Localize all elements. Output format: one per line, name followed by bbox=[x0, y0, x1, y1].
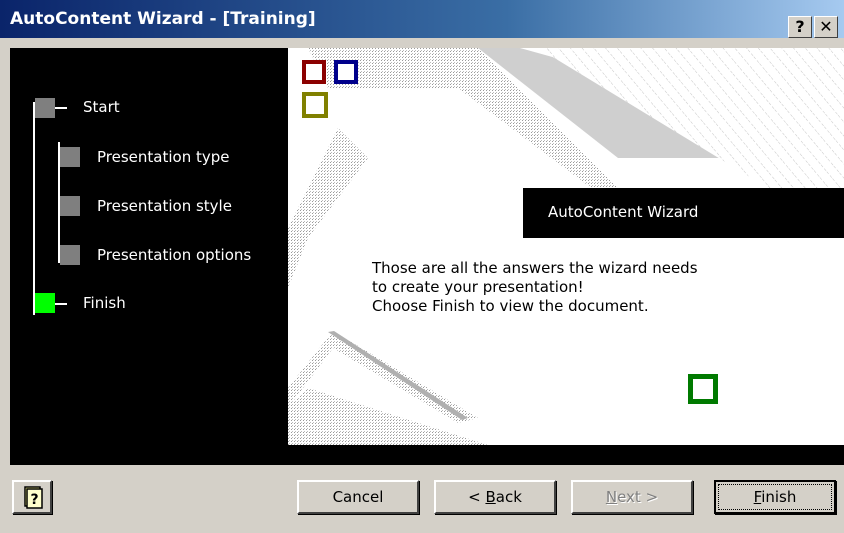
next-button[interactable]: Next > bbox=[571, 480, 693, 514]
back-button[interactable]: < Back bbox=[434, 480, 556, 514]
step-label-presentation-type: Presentation type bbox=[97, 148, 230, 166]
steps-connector-line bbox=[33, 102, 35, 315]
content-panel-footer bbox=[288, 445, 844, 465]
finish-button-label: Finish bbox=[718, 484, 832, 510]
step-label-start: Start bbox=[83, 98, 120, 116]
decorative-square-green bbox=[688, 374, 718, 404]
help-title-button[interactable]: ? bbox=[788, 16, 812, 38]
help-button[interactable]: ? bbox=[12, 480, 52, 514]
wizard-heading: AutoContent Wizard bbox=[548, 203, 699, 221]
back-button-label: < Back bbox=[468, 488, 522, 506]
finish-button[interactable]: Finish bbox=[714, 480, 836, 514]
step-marker-start bbox=[35, 98, 55, 118]
question-mark-icon: ? bbox=[795, 17, 805, 36]
message-line: Choose Finish to view the document. bbox=[372, 297, 649, 315]
step-label-finish: Finish bbox=[83, 294, 126, 312]
close-icon: ✕ bbox=[819, 17, 833, 36]
step-label-presentation-style: Presentation style bbox=[97, 197, 232, 215]
message-line: Those are all the answers the wizard nee… bbox=[372, 259, 698, 277]
decorative-square-blue bbox=[334, 60, 358, 84]
wizard-heading-bar: AutoContent Wizard bbox=[523, 188, 844, 238]
steps-panel: Start Presentation type Presentation sty… bbox=[10, 48, 288, 465]
decorative-square-red bbox=[302, 60, 326, 84]
help-book-icon: ? bbox=[24, 486, 43, 509]
cancel-button-label: Cancel bbox=[332, 488, 384, 506]
step-tick bbox=[55, 107, 67, 109]
message-line: to create your presentation! bbox=[372, 278, 584, 296]
decorative-background bbox=[288, 48, 844, 445]
svg-text:?: ? bbox=[30, 492, 38, 508]
step-marker-presentation-options bbox=[60, 245, 80, 265]
next-button-label: Next > bbox=[605, 488, 659, 506]
wizard-message: Those are all the answers the wizard nee… bbox=[372, 259, 698, 316]
step-marker-presentation-type bbox=[60, 147, 80, 167]
close-button[interactable]: ✕ bbox=[814, 16, 838, 38]
button-bar: ? Cancel < Back Next > Finish bbox=[0, 465, 844, 533]
step-marker-presentation-style bbox=[60, 196, 80, 216]
step-marker-finish bbox=[35, 293, 55, 313]
content-panel: AutoContent Wizard Those are all the ans… bbox=[288, 48, 844, 445]
cancel-button[interactable]: Cancel bbox=[297, 480, 419, 514]
window-title: AutoContent Wizard - [Training] bbox=[10, 9, 316, 29]
step-label-presentation-options: Presentation options bbox=[97, 246, 252, 264]
decorative-square-olive bbox=[302, 92, 328, 118]
step-tick bbox=[55, 303, 67, 305]
title-bar: AutoContent Wizard - [Training] ? ✕ bbox=[0, 0, 844, 38]
